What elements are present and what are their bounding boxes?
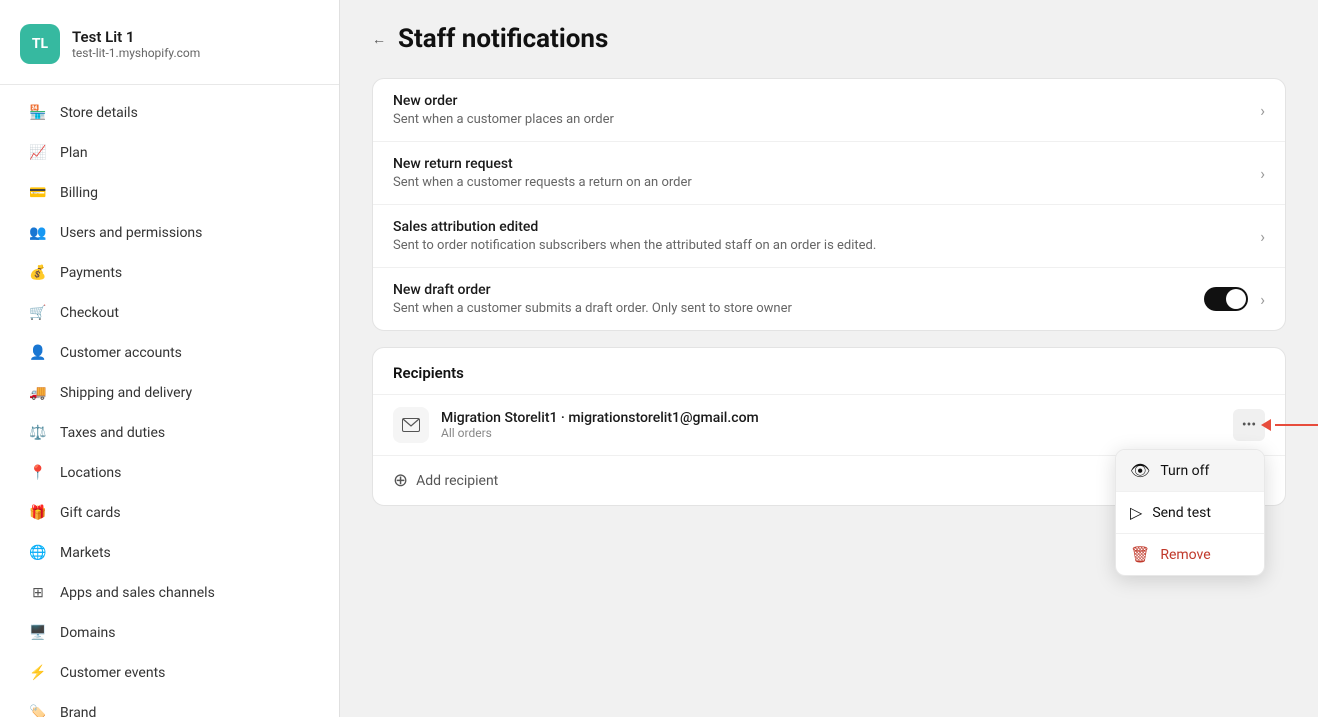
add-icon: ⊕ [393,470,408,491]
recipient-row: Migration Storelit1 · migrationstorelit1… [373,394,1285,455]
email-icon [393,407,429,443]
ellipsis-icon: ••• [1242,417,1256,433]
send-icon: ▷ [1130,503,1142,522]
eye-off-icon: 👁 [1130,461,1150,480]
notif-title-return-request: New return request [393,156,692,172]
sidebar-item-markets[interactable]: 🌐 Markets [8,534,331,572]
sidebar-item-payments[interactable]: 💰 Payments [8,254,331,292]
shipping-icon: 🚚 [28,383,48,403]
sidebar-item-brand[interactable]: 🏷️ Brand [8,694,331,717]
sidebar-label-taxes: Taxes and duties [60,425,165,441]
sidebar-item-apps-sales-channels[interactable]: ⊞ Apps and sales channels [8,574,331,612]
chevron-right-icon: › [1260,290,1265,309]
taxes-icon: ⚖️ [28,423,48,443]
brand-icon: 🏷️ [28,703,48,717]
notif-item-return-request[interactable]: New return request Sent when a customer … [373,142,1285,205]
sidebar-item-domains[interactable]: 🖥️ Domains [8,614,331,652]
trash-icon: 🗑 [1130,545,1150,564]
payments-icon: 💰 [28,263,48,283]
back-button[interactable]: ← [372,31,386,48]
billing-icon: 💳 [28,183,48,203]
store-header[interactable]: TL Test Lit 1 test-lit-1.myshopify.com [0,16,339,85]
notif-desc-new-order: Sent when a customer places an order [393,112,614,127]
sidebar-item-plan[interactable]: 📈 Plan [8,134,331,172]
plan-icon: 📈 [28,143,48,163]
sidebar-label-customer-events: Customer events [60,665,165,681]
gift-cards-icon: 🎁 [28,503,48,523]
recipient-name: Migration Storelit1 · migrationstorelit1… [441,410,759,426]
sidebar-item-store-details[interactable]: 🏪 Store details [8,94,331,132]
sidebar-label-brand: Brand [60,705,96,717]
dropdown-send-test[interactable]: ▷ Send test [1116,492,1264,533]
recipient-orders: All orders [441,426,759,440]
arrow-line [1275,424,1318,426]
send-test-label: Send test [1152,505,1211,521]
store-icon: 🏪 [28,103,48,123]
checkout-icon: 🛒 [28,303,48,323]
chevron-right-icon: › [1260,164,1265,183]
notifications-card: New order Sent when a customer places an… [372,78,1286,331]
turn-off-label: Turn off [1160,463,1209,479]
sidebar-item-customer-accounts[interactable]: 👤 Customer accounts [8,334,331,372]
dropdown-remove[interactable]: 🗑 Remove [1116,534,1264,575]
notif-desc-return-request: Sent when a customer requests a return o… [393,175,692,190]
draft-order-toggle[interactable] [1204,287,1248,311]
sidebar-label-markets: Markets [60,545,111,561]
sidebar-label-users: Users and permissions [60,225,202,241]
markets-icon: 🌐 [28,543,48,563]
remove-label: Remove [1160,547,1210,563]
dropdown-menu: 👁 Turn off ▷ Send test 🗑 Remove [1115,449,1265,576]
notif-desc-draft-order: Sent when a customer submits a draft ord… [393,301,792,316]
sidebar-label-shipping: Shipping and delivery [60,385,192,401]
notif-item-draft-order[interactable]: New draft order Sent when a customer sub… [373,268,1285,330]
sidebar-item-checkout[interactable]: 🛒 Checkout [8,294,331,332]
sidebar: TL Test Lit 1 test-lit-1.myshopify.com 🏪… [0,0,340,717]
dropdown-turn-off[interactable]: 👁 Turn off [1116,450,1264,491]
avatar: TL [20,24,60,64]
arrow-pointer [1263,419,1318,431]
store-domain: test-lit-1.myshopify.com [72,46,200,60]
sidebar-item-users-permissions[interactable]: 👥 Users and permissions [8,214,331,252]
customer-accounts-icon: 👤 [28,343,48,363]
add-recipient-label: Add recipient [416,473,498,489]
store-name: Test Lit 1 [72,28,200,46]
sidebar-item-billing[interactable]: 💳 Billing [8,174,331,212]
sidebar-item-gift-cards[interactable]: 🎁 Gift cards [8,494,331,532]
apps-icon: ⊞ [28,583,48,603]
sidebar-label-apps: Apps and sales channels [60,585,215,601]
notif-title-sales-attribution: Sales attribution edited [393,219,876,235]
store-info: Test Lit 1 test-lit-1.myshopify.com [72,28,200,60]
more-wrap: ••• 👁 Turn off ▷ Send test 🗑 [1233,409,1265,441]
recipients-card: Recipients Migration Storelit1 · migrati… [372,347,1286,506]
sidebar-label-billing: Billing [60,185,98,201]
chevron-right-icon: › [1260,101,1265,120]
sidebar-label-plan: Plan [60,145,88,161]
locations-icon: 📍 [28,463,48,483]
notif-desc-sales-attribution: Sent to order notification subscribers w… [393,238,876,253]
sidebar-label-checkout: Checkout [60,305,119,321]
main-content: ← Staff notifications New order Sent whe… [340,0,1318,717]
chevron-right-icon: › [1260,227,1265,246]
recipients-section-title: Recipients [373,348,1285,394]
notif-title-draft-order: New draft order [393,282,792,298]
arrow-head [1261,419,1271,431]
page-header: ← Staff notifications [372,24,1286,54]
notif-item-new-order[interactable]: New order Sent when a customer places an… [373,79,1285,142]
sidebar-label-domains: Domains [60,625,115,641]
sidebar-label-customer-accounts: Customer accounts [60,345,182,361]
page-title: Staff notifications [398,24,608,54]
sidebar-item-locations[interactable]: 📍 Locations [8,454,331,492]
sidebar-label-locations: Locations [60,465,121,481]
sidebar-label-gift-cards: Gift cards [60,505,121,521]
sidebar-label-store-details: Store details [60,105,138,121]
sidebar-item-customer-events[interactable]: ⚡ Customer events [8,654,331,692]
domains-icon: 🖥️ [28,623,48,643]
sidebar-label-payments: Payments [60,265,122,281]
notif-title-new-order: New order [393,93,614,109]
sidebar-item-taxes-duties[interactable]: ⚖️ Taxes and duties [8,414,331,452]
users-icon: 👥 [28,223,48,243]
notif-item-sales-attribution[interactable]: Sales attribution edited Sent to order n… [373,205,1285,268]
customer-events-icon: ⚡ [28,663,48,683]
sidebar-item-shipping-delivery[interactable]: 🚚 Shipping and delivery [8,374,331,412]
